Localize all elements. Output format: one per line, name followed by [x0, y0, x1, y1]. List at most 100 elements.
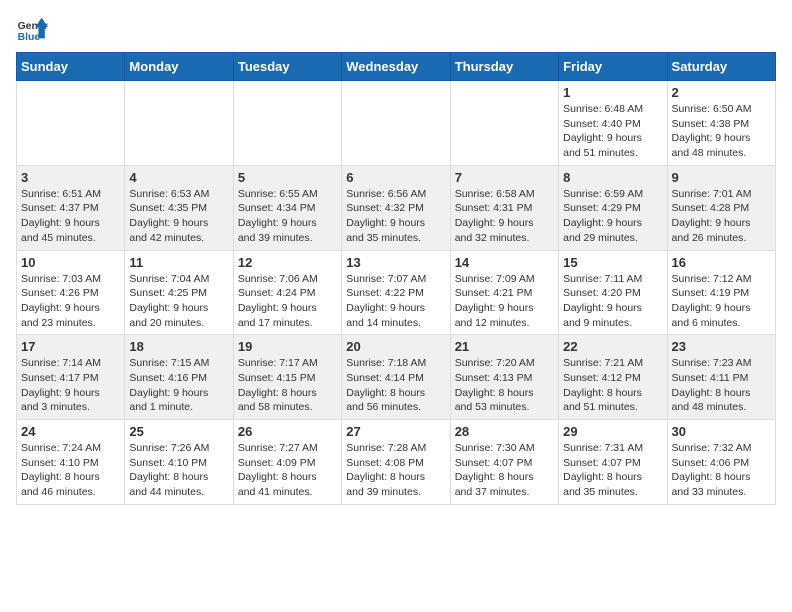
day-number: 7 [455, 170, 554, 185]
calendar-cell: 28 Sunrise: 7:30 AM Sunset: 4:07 PM Dayli… [450, 420, 558, 505]
day-info: Sunrise: 7:21 AM Sunset: 4:12 PM Dayligh… [563, 356, 662, 415]
day-info: Sunrise: 7:03 AM Sunset: 4:26 PM Dayligh… [21, 272, 120, 331]
logo-icon: General Blue [16, 16, 48, 44]
day-number: 2 [672, 85, 771, 100]
calendar-cell: 24Sunrise: 7:24 AM Sunset: 4:10 PM Dayli… [17, 420, 125, 505]
calendar-cell: 23Sunrise: 7:23 AM Sunset: 4:11 PM Dayli… [667, 335, 775, 420]
day-info: Sunrise: 7:12 AM Sunset: 4:19 PM Dayligh… [672, 272, 771, 331]
calendar-cell: 1 Sunrise: 6:48 AM Sunset: 4:40 PM Daylig… [559, 81, 667, 166]
calendar-week-row: 1 Sunrise: 6:48 AM Sunset: 4:40 PM Daylig… [17, 81, 776, 166]
day-number: 22 [563, 339, 662, 354]
day-number: 28 [455, 424, 554, 439]
calendar-cell: 27Sunrise: 7:28 AM Sunset: 4:08 PM Dayli… [342, 420, 450, 505]
day-info: Sunrise: 7:24 AM Sunset: 4:10 PM Dayligh… [21, 441, 120, 500]
day-number: 21 [455, 339, 554, 354]
day-number: 29 [563, 424, 662, 439]
day-info: Sunrise: 6:59 AM Sunset: 4:29 PM Dayligh… [563, 187, 662, 246]
day-number: 14 [455, 255, 554, 270]
day-number: 19 [238, 339, 337, 354]
calendar-cell: 20 Sunrise: 7:18 AM Sunset: 4:14 PM Dayli… [342, 335, 450, 420]
calendar-cell: 22 Sunrise: 7:21 AM Sunset: 4:12 PM Dayli… [559, 335, 667, 420]
calendar-week-row: 17Sunrise: 7:14 AM Sunset: 4:17 PM Dayli… [17, 335, 776, 420]
calendar-cell: 7 Sunrise: 6:58 AM Sunset: 4:31 PM Daylig… [450, 165, 558, 250]
day-number: 8 [563, 170, 662, 185]
day-info: Sunrise: 7:06 AM Sunset: 4:24 PM Dayligh… [238, 272, 337, 331]
calendar-cell: 12 Sunrise: 7:06 AM Sunset: 4:24 PM Dayli… [233, 250, 341, 335]
column-header-wednesday: Wednesday [342, 53, 450, 81]
day-number: 20 [346, 339, 445, 354]
day-info: Sunrise: 7:27 AM Sunset: 4:09 PM Dayligh… [238, 441, 337, 500]
calendar-cell: 10 Sunrise: 7:03 AM Sunset: 4:26 PM Dayli… [17, 250, 125, 335]
calendar-cell: 30 Sunrise: 7:32 AM Sunset: 4:06 PM Dayli… [667, 420, 775, 505]
day-number: 10 [21, 255, 120, 270]
calendar-header-row: SundayMondayTuesdayWednesdayThursdayFrid… [17, 53, 776, 81]
day-number: 15 [563, 255, 662, 270]
day-info: Sunrise: 6:56 AM Sunset: 4:32 PM Dayligh… [346, 187, 445, 246]
calendar-week-row: 24Sunrise: 7:24 AM Sunset: 4:10 PM Dayli… [17, 420, 776, 505]
day-number: 3 [21, 170, 120, 185]
day-number: 30 [672, 424, 771, 439]
day-number: 12 [238, 255, 337, 270]
day-number: 4 [129, 170, 228, 185]
day-info: Sunrise: 7:31 AM Sunset: 4:07 PM Dayligh… [563, 441, 662, 500]
day-number: 11 [129, 255, 228, 270]
calendar-cell: 13 Sunrise: 7:07 AM Sunset: 4:22 PM Dayli… [342, 250, 450, 335]
day-number: 26 [238, 424, 337, 439]
day-info: Sunrise: 7:23 AM Sunset: 4:11 PM Dayligh… [672, 356, 771, 415]
calendar-cell: 19Sunrise: 7:17 AM Sunset: 4:15 PM Dayli… [233, 335, 341, 420]
calendar-cell: 11 Sunrise: 7:04 AM Sunset: 4:25 PM Dayli… [125, 250, 233, 335]
column-header-saturday: Saturday [667, 53, 775, 81]
column-header-friday: Friday [559, 53, 667, 81]
day-number: 17 [21, 339, 120, 354]
calendar-cell: 5 Sunrise: 6:55 AM Sunset: 4:34 PM Daylig… [233, 165, 341, 250]
day-info: Sunrise: 6:51 AM Sunset: 4:37 PM Dayligh… [21, 187, 120, 246]
column-header-tuesday: Tuesday [233, 53, 341, 81]
day-number: 18 [129, 339, 228, 354]
day-info: Sunrise: 6:58 AM Sunset: 4:31 PM Dayligh… [455, 187, 554, 246]
day-info: Sunrise: 7:04 AM Sunset: 4:25 PM Dayligh… [129, 272, 228, 331]
day-info: Sunrise: 6:50 AM Sunset: 4:38 PM Dayligh… [672, 102, 771, 161]
calendar-cell: 8 Sunrise: 6:59 AM Sunset: 4:29 PM Daylig… [559, 165, 667, 250]
calendar-cell: 9Sunrise: 7:01 AM Sunset: 4:28 PM Daylig… [667, 165, 775, 250]
calendar-cell: 3 Sunrise: 6:51 AM Sunset: 4:37 PM Daylig… [17, 165, 125, 250]
day-number: 25 [129, 424, 228, 439]
page-header: General Blue [16, 16, 776, 44]
day-info: Sunrise: 7:20 AM Sunset: 4:13 PM Dayligh… [455, 356, 554, 415]
calendar-week-row: 3 Sunrise: 6:51 AM Sunset: 4:37 PM Daylig… [17, 165, 776, 250]
day-info: Sunrise: 7:09 AM Sunset: 4:21 PM Dayligh… [455, 272, 554, 331]
calendar-cell: 15 Sunrise: 7:11 AM Sunset: 4:20 PM Dayli… [559, 250, 667, 335]
day-info: Sunrise: 7:30 AM Sunset: 4:07 PM Dayligh… [455, 441, 554, 500]
day-number: 27 [346, 424, 445, 439]
day-info: Sunrise: 6:55 AM Sunset: 4:34 PM Dayligh… [238, 187, 337, 246]
day-info: Sunrise: 7:18 AM Sunset: 4:14 PM Dayligh… [346, 356, 445, 415]
column-header-sunday: Sunday [17, 53, 125, 81]
day-info: Sunrise: 7:15 AM Sunset: 4:16 PM Dayligh… [129, 356, 228, 415]
calendar-cell: 29 Sunrise: 7:31 AM Sunset: 4:07 PM Dayli… [559, 420, 667, 505]
day-info: Sunrise: 7:32 AM Sunset: 4:06 PM Dayligh… [672, 441, 771, 500]
day-info: Sunrise: 6:53 AM Sunset: 4:35 PM Dayligh… [129, 187, 228, 246]
calendar-cell: 14 Sunrise: 7:09 AM Sunset: 4:21 PM Dayli… [450, 250, 558, 335]
day-info: Sunrise: 7:07 AM Sunset: 4:22 PM Dayligh… [346, 272, 445, 331]
svg-text:Blue: Blue [18, 32, 41, 43]
calendar-cell: 2 Sunrise: 6:50 AM Sunset: 4:38 PM Daylig… [667, 81, 775, 166]
day-number: 5 [238, 170, 337, 185]
calendar-cell [233, 81, 341, 166]
calendar-cell: 4 Sunrise: 6:53 AM Sunset: 4:35 PM Daylig… [125, 165, 233, 250]
calendar-cell: 21 Sunrise: 7:20 AM Sunset: 4:13 PM Dayli… [450, 335, 558, 420]
day-number: 6 [346, 170, 445, 185]
day-number: 13 [346, 255, 445, 270]
column-header-monday: Monday [125, 53, 233, 81]
calendar-cell: 17Sunrise: 7:14 AM Sunset: 4:17 PM Dayli… [17, 335, 125, 420]
calendar-cell: 18 Sunrise: 7:15 AM Sunset: 4:16 PM Dayli… [125, 335, 233, 420]
day-number: 16 [672, 255, 771, 270]
calendar-cell: 16 Sunrise: 7:12 AM Sunset: 4:19 PM Dayli… [667, 250, 775, 335]
calendar-cell [450, 81, 558, 166]
calendar-cell [342, 81, 450, 166]
calendar-cell [125, 81, 233, 166]
calendar-cell: 6 Sunrise: 6:56 AM Sunset: 4:32 PM Daylig… [342, 165, 450, 250]
day-number: 1 [563, 85, 662, 100]
day-info: Sunrise: 6:48 AM Sunset: 4:40 PM Dayligh… [563, 102, 662, 161]
day-info: Sunrise: 7:11 AM Sunset: 4:20 PM Dayligh… [563, 272, 662, 331]
day-number: 9 [672, 170, 771, 185]
calendar-table: SundayMondayTuesdayWednesdayThursdayFrid… [16, 52, 776, 505]
